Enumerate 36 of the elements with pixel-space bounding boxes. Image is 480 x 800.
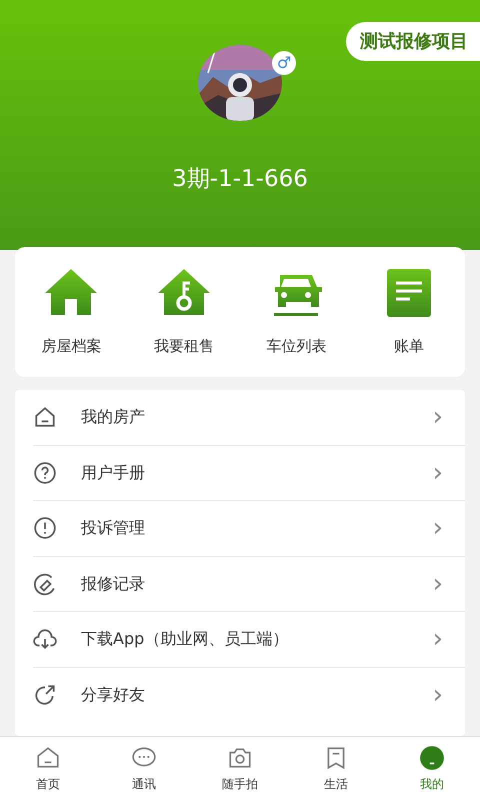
- chevron-icon: ›: [432, 570, 443, 597]
- nav-tab[interactable]: 通讯: [96, 737, 192, 800]
- share-icon: [33, 683, 57, 708]
- menu-item[interactable]: 投诉管理 ›: [33, 501, 465, 556]
- gender-badge: ♂: [272, 51, 296, 75]
- menu-label: 分享好友: [81, 684, 146, 706]
- shortcut-label[interactable]: 账单: [394, 334, 424, 358]
- menu-label: 用户手册: [81, 462, 146, 484]
- menu-item[interactable]: 报修记录 ›: [33, 556, 465, 612]
- chevron-icon: ›: [432, 515, 443, 542]
- shortcut-label[interactable]: 房屋档案: [41, 334, 102, 358]
- help-icon: [33, 460, 57, 485]
- menu-label: 我的房产: [81, 406, 146, 428]
- menu-item[interactable]: 我的房产 ›: [33, 390, 465, 446]
- nav-tab[interactable]: 首页: [0, 737, 96, 800]
- menu-label: 下载App（助业网、员工端）: [81, 628, 290, 650]
- menu-item[interactable]: 下载App（助业网、员工端） ›: [33, 612, 465, 668]
- shortcut-label[interactable]: 车位列表: [266, 334, 326, 358]
- chevron-icon: ›: [432, 404, 443, 430]
- cloud-download-icon: [33, 627, 57, 652]
- shortcut-label[interactable]: 我要租售: [154, 334, 214, 358]
- alert-icon: [33, 516, 57, 540]
- menu-label: 报修记录: [81, 572, 146, 595]
- menu-item[interactable]: 用户手册 ›: [33, 446, 465, 501]
- chevron-icon: ›: [432, 682, 443, 708]
- house-icon: [33, 405, 57, 430]
- room-number: 3期-1-1-666: [171, 165, 309, 194]
- chevron-icon: ›: [432, 626, 443, 652]
- project-button[interactable]: 测试报修项目: [346, 22, 480, 61]
- profile-icon: [419, 745, 445, 771]
- nav-tab[interactable]: 生活: [288, 737, 384, 800]
- nav-tab[interactable]: 随手拍: [192, 737, 288, 800]
- menu-item[interactable]: 分享好友 ›: [33, 668, 465, 723]
- nav-tab[interactable]: 我的: [384, 737, 480, 800]
- menu-label: 投诉管理: [81, 517, 146, 540]
- chevron-icon: ›: [432, 460, 443, 486]
